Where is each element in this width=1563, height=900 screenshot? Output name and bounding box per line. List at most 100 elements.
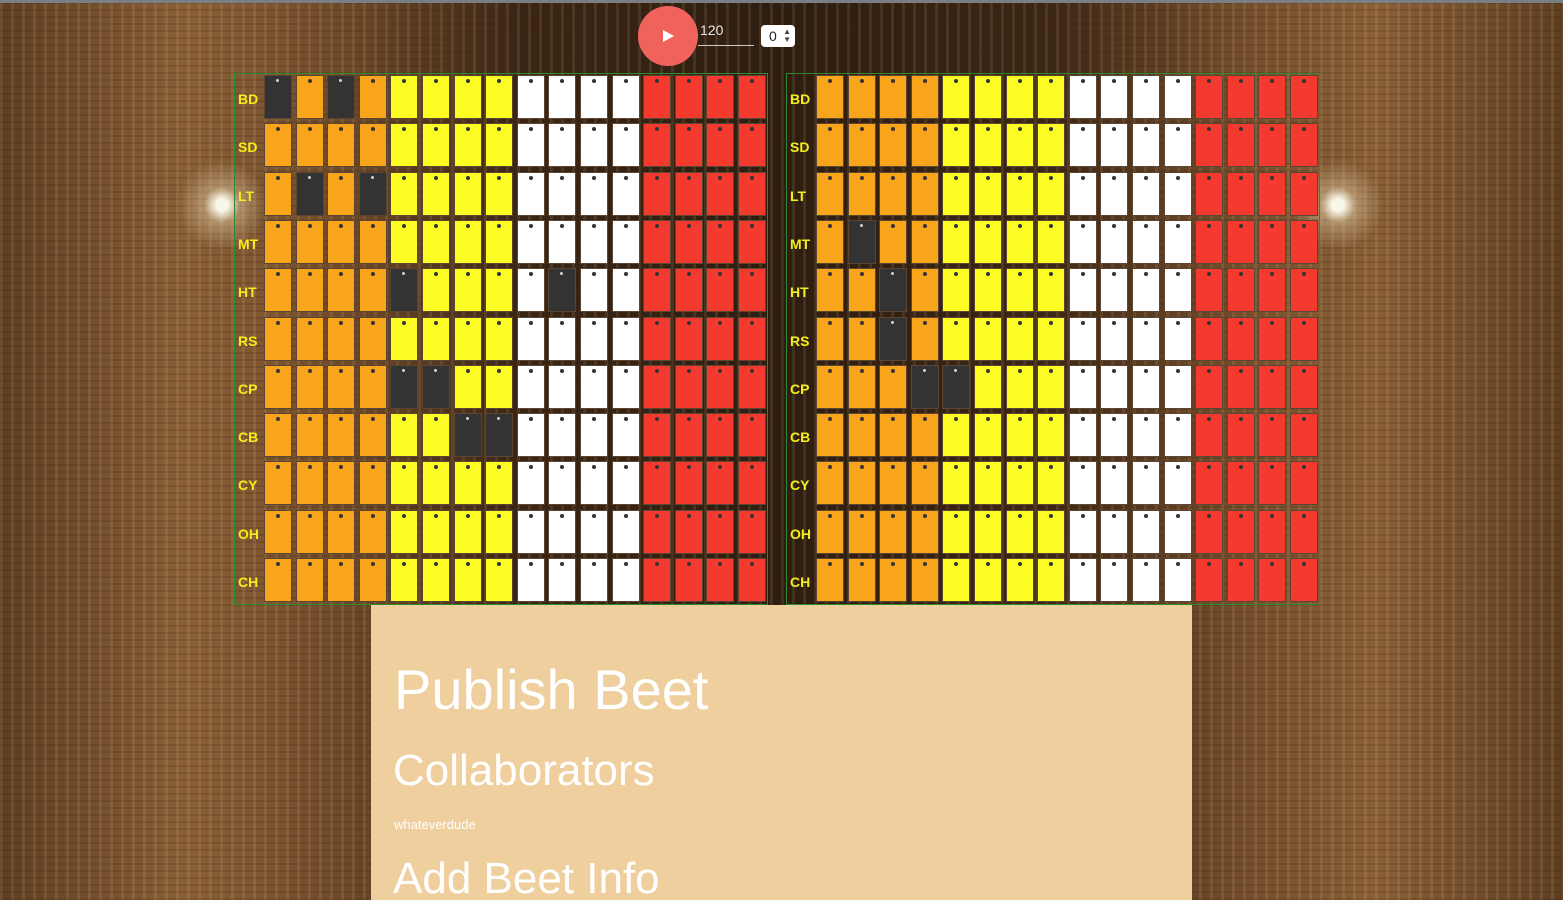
step-cell-oh-15[interactable] <box>1258 509 1287 554</box>
step-cell-cy-5[interactable] <box>942 461 971 506</box>
step-cell-sd-10[interactable] <box>1100 123 1129 168</box>
step-cell-cp-15[interactable] <box>1258 364 1287 409</box>
step-cell-cy-9[interactable] <box>516 461 545 506</box>
step-cell-sd-16[interactable] <box>738 123 766 168</box>
step-cell-ht-9[interactable] <box>1068 268 1097 313</box>
step-cell-cp-14[interactable] <box>1226 364 1255 409</box>
step-cell-rs-13[interactable] <box>1195 316 1224 361</box>
step-cell-cp-10[interactable] <box>1100 364 1129 409</box>
step-cell-ht-8[interactable] <box>1037 268 1066 313</box>
step-cell-oh-15[interactable] <box>706 509 735 554</box>
step-cell-mt-5[interactable] <box>942 219 971 264</box>
step-cell-ch-16[interactable] <box>738 558 766 602</box>
step-cell-cy-3[interactable] <box>327 461 356 506</box>
step-cell-lt-10[interactable] <box>1100 171 1129 216</box>
step-cell-ht-5[interactable] <box>390 268 419 313</box>
step-cell-bd-15[interactable] <box>1258 75 1287 119</box>
step-cell-rs-6[interactable] <box>974 316 1002 361</box>
step-cell-ch-7[interactable] <box>453 558 482 602</box>
step-cell-cb-12[interactable] <box>1163 413 1192 458</box>
step-cell-bd-3[interactable] <box>327 75 356 119</box>
step-cell-mt-12[interactable] <box>611 219 640 264</box>
step-cell-rs-12[interactable] <box>1163 316 1192 361</box>
step-cell-sd-11[interactable] <box>580 123 608 168</box>
step-cell-cy-12[interactable] <box>611 461 640 506</box>
step-cell-mt-4[interactable] <box>358 219 387 264</box>
step-cell-bd-8[interactable] <box>485 75 514 119</box>
step-cell-cb-8[interactable] <box>1037 413 1066 458</box>
step-cell-lt-16[interactable] <box>738 171 766 216</box>
step-cell-mt-1[interactable] <box>816 219 844 264</box>
step-cell-ch-15[interactable] <box>1258 558 1287 602</box>
step-cell-cp-9[interactable] <box>516 364 545 409</box>
step-cell-sd-12[interactable] <box>1163 123 1192 168</box>
step-cell-ch-6[interactable] <box>974 558 1002 602</box>
step-cell-oh-3[interactable] <box>879 509 908 554</box>
step-cell-lt-14[interactable] <box>1226 171 1255 216</box>
step-cell-cy-3[interactable] <box>879 461 908 506</box>
step-cell-mt-8[interactable] <box>485 219 514 264</box>
step-cell-cp-16[interactable] <box>738 364 766 409</box>
step-cell-sd-15[interactable] <box>1258 123 1287 168</box>
step-cell-cy-16[interactable] <box>738 461 766 506</box>
step-cell-mt-3[interactable] <box>327 219 356 264</box>
step-cell-bd-16[interactable] <box>1290 75 1318 119</box>
step-cell-mt-3[interactable] <box>879 219 908 264</box>
step-cell-rs-10[interactable] <box>1100 316 1129 361</box>
step-cell-oh-1[interactable] <box>816 509 844 554</box>
step-cell-lt-12[interactable] <box>1163 171 1192 216</box>
step-cell-bd-14[interactable] <box>1226 75 1255 119</box>
step-cell-cy-11[interactable] <box>580 461 608 506</box>
step-cell-bd-4[interactable] <box>358 75 387 119</box>
step-cell-lt-8[interactable] <box>485 171 514 216</box>
step-cell-ch-14[interactable] <box>1226 558 1255 602</box>
step-cell-cy-1[interactable] <box>816 461 844 506</box>
step-cell-lt-13[interactable] <box>643 171 672 216</box>
step-cell-ht-12[interactable] <box>1163 268 1192 313</box>
step-cell-cb-16[interactable] <box>738 413 766 458</box>
step-cell-bd-11[interactable] <box>1132 75 1160 119</box>
step-cell-oh-14[interactable] <box>1226 509 1255 554</box>
step-cell-ch-12[interactable] <box>1163 558 1192 602</box>
step-cell-ht-10[interactable] <box>548 268 577 313</box>
step-cell-cy-2[interactable] <box>295 461 324 506</box>
step-cell-oh-12[interactable] <box>611 509 640 554</box>
step-cell-lt-9[interactable] <box>1068 171 1097 216</box>
step-cell-cb-10[interactable] <box>548 413 577 458</box>
step-cell-oh-11[interactable] <box>580 509 608 554</box>
step-cell-cb-14[interactable] <box>674 413 703 458</box>
step-cell-rs-16[interactable] <box>1290 316 1318 361</box>
step-cell-ch-5[interactable] <box>942 558 971 602</box>
step-cell-ch-13[interactable] <box>643 558 672 602</box>
step-cell-cp-11[interactable] <box>1132 364 1160 409</box>
step-cell-ch-4[interactable] <box>358 558 387 602</box>
step-cell-cp-6[interactable] <box>974 364 1002 409</box>
step-cell-ht-2[interactable] <box>847 268 876 313</box>
step-cell-oh-8[interactable] <box>485 509 514 554</box>
step-cell-cb-4[interactable] <box>910 413 939 458</box>
step-cell-cb-13[interactable] <box>643 413 672 458</box>
step-cell-cp-1[interactable] <box>816 364 844 409</box>
step-cell-sd-14[interactable] <box>1226 123 1255 168</box>
step-cell-ht-2[interactable] <box>295 268 324 313</box>
step-cell-bd-16[interactable] <box>738 75 766 119</box>
step-cell-mt-10[interactable] <box>548 219 577 264</box>
step-cell-lt-1[interactable] <box>816 171 844 216</box>
step-cell-rs-11[interactable] <box>580 316 608 361</box>
step-cell-cb-11[interactable] <box>580 413 608 458</box>
step-cell-mt-2[interactable] <box>295 219 324 264</box>
step-cell-cy-11[interactable] <box>1132 461 1160 506</box>
step-cell-cp-13[interactable] <box>643 364 672 409</box>
step-cell-cy-7[interactable] <box>1005 461 1034 506</box>
step-cell-oh-4[interactable] <box>358 509 387 554</box>
step-cell-lt-10[interactable] <box>548 171 577 216</box>
step-cell-cp-15[interactable] <box>706 364 735 409</box>
step-cell-ht-3[interactable] <box>327 268 356 313</box>
step-cell-ch-8[interactable] <box>485 558 514 602</box>
step-cell-ch-5[interactable] <box>390 558 419 602</box>
step-cell-lt-16[interactable] <box>1290 171 1318 216</box>
step-cell-ch-6[interactable] <box>422 558 450 602</box>
step-cell-bd-5[interactable] <box>942 75 971 119</box>
step-cell-cy-8[interactable] <box>1037 461 1066 506</box>
tempo-input[interactable] <box>698 15 754 46</box>
